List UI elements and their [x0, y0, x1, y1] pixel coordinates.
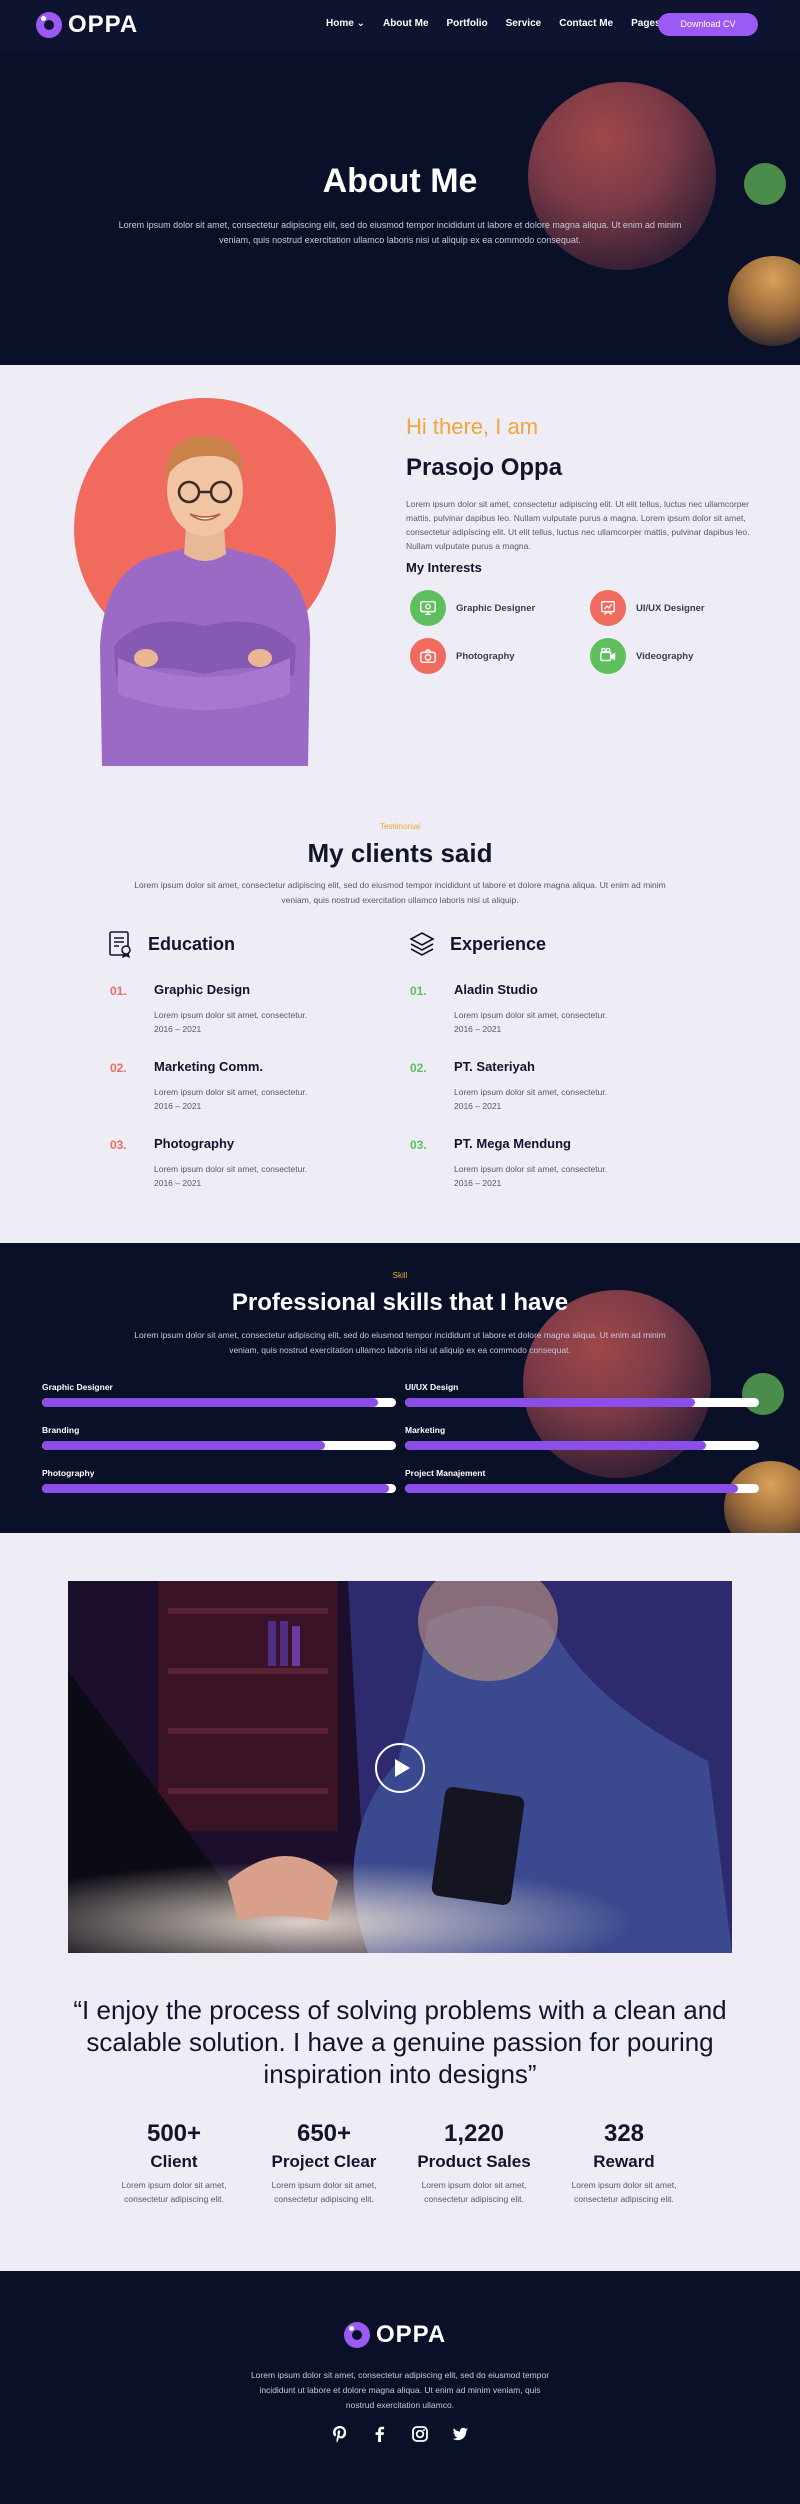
skill-fill: [42, 1484, 389, 1493]
top-navbar: OPPA Home ⌄ About Me Portfolio Service C…: [0, 0, 800, 50]
decorative-circle: [742, 1373, 784, 1415]
stat-item: 1,220 Product Sales Lorem ipsum dolor si…: [417, 2120, 531, 2204]
skill-fill: [405, 1398, 696, 1407]
nav-item-portfolio[interactable]: Portfolio: [447, 18, 488, 29]
skill-bar: Photography: [42, 1468, 396, 1493]
video-player[interactable]: [68, 1581, 732, 1953]
pinterest-icon[interactable]: [333, 2426, 347, 2443]
footer: OPPA Lorem ipsum dolor sit amet, consect…: [0, 2271, 800, 2504]
person-illustration: [100, 436, 311, 766]
skill-fill: [42, 1398, 379, 1407]
social-links: [330, 2424, 470, 2449]
camera-icon: [410, 638, 446, 674]
about-description: Lorem ipsum dolor sit amet, consectetur …: [406, 499, 750, 551]
section-text: Lorem ipsum dolor sit amet, consectetur …: [134, 1330, 666, 1355]
footer-text: Lorem ipsum dolor sit amet, consectetur …: [250, 2370, 550, 2410]
skill-bar: Project Manajement: [405, 1468, 759, 1493]
logo-icon: [36, 12, 62, 38]
page-title: About Me: [322, 162, 478, 200]
section-tag: Testimonial: [379, 822, 420, 831]
interest-graphic-designer: Graphic Designer: [410, 590, 535, 626]
decorative-circle: [728, 256, 800, 346]
experience-header: Experience: [408, 930, 546, 958]
section-title: Professional skills that I have: [231, 1289, 569, 1316]
stat-item: 328 Reward Lorem ipsum dolor sit amet, c…: [571, 2120, 677, 2204]
quote: “I enjoy the process of solving problems…: [73, 1995, 727, 2089]
logo-icon: [344, 2322, 370, 2348]
skill-fill: [405, 1441, 706, 1450]
layers-icon: [409, 932, 435, 956]
interest-videography: Videography: [590, 638, 693, 674]
download-cv-button[interactable]: Download CV: [658, 13, 758, 36]
stat-item: 650+ Project Clear Lorem ipsum dolor sit…: [271, 2120, 377, 2204]
section-tag: Skill: [392, 1271, 408, 1280]
person-name: Prasojo Oppa: [406, 454, 563, 481]
hero-text: Lorem ipsum dolor sit amet, consectetur …: [118, 220, 682, 245]
skill-bar: Graphic Designer: [42, 1382, 396, 1407]
section-title: My clients said: [307, 838, 493, 868]
certificate-icon: [109, 931, 131, 958]
video-camera-icon: [590, 638, 626, 674]
section-text: Lorem ipsum dolor sit amet, consectetur …: [134, 880, 666, 905]
education-header: Education: [106, 930, 235, 958]
footer-logo[interactable]: OPPA: [344, 2321, 446, 2349]
profile-photo: [74, 396, 336, 766]
chevron-down-icon: ⌄: [356, 18, 365, 29]
stat-item: 500+ Client Lorem ipsum dolor sit amet, …: [121, 2120, 227, 2204]
monitor-icon: [410, 590, 446, 626]
skill-bar: Marketing: [405, 1425, 759, 1450]
facebook-icon[interactable]: [375, 2426, 385, 2442]
interests-title: My Interests: [406, 560, 482, 575]
greeting: Hi there, I am: [406, 414, 539, 439]
skills-section: Skill Professional skills that I have Lo…: [0, 1243, 800, 1533]
skill-bar: Branding: [42, 1425, 396, 1450]
interest-uiux-designer: UI/UX Designer: [590, 590, 705, 626]
interest-photography: Photography: [410, 638, 515, 674]
instagram-icon[interactable]: [412, 2426, 428, 2442]
skill-fill: [405, 1484, 738, 1493]
skill-fill: [42, 1441, 326, 1450]
play-button[interactable]: [375, 1743, 425, 1793]
play-icon: [395, 1759, 410, 1777]
design-board-icon: [590, 590, 626, 626]
logo-text: OPPA: [68, 11, 139, 38]
nav-item-contact[interactable]: Contact Me: [559, 18, 613, 29]
nav-item-about[interactable]: About Me: [383, 18, 429, 29]
nav-menu: Home ⌄ About Me Portfolio Service Contac…: [326, 18, 672, 29]
hero-section: OPPA Home ⌄ About Me Portfolio Service C…: [0, 0, 800, 365]
logo[interactable]: OPPA: [36, 11, 138, 39]
twitter-icon[interactable]: [452, 2427, 468, 2441]
nav-item-home[interactable]: Home ⌄: [326, 18, 365, 29]
nav-item-service[interactable]: Service: [506, 18, 542, 29]
skill-bar: UI/UX Design: [405, 1382, 759, 1407]
